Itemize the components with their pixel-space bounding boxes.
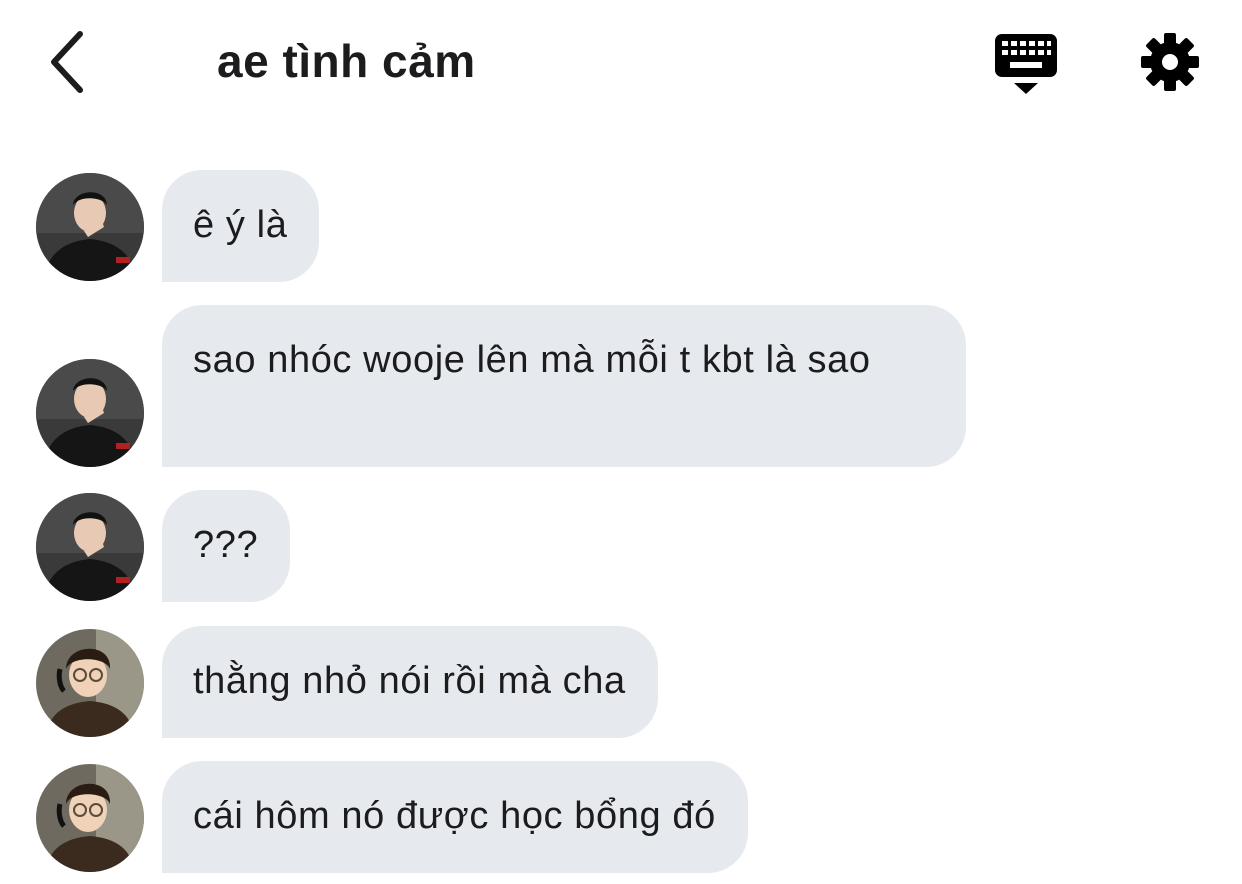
avatar[interactable] <box>36 359 144 467</box>
message-bubble[interactable]: sao nhóc wooje lên mà mỗi t kbt là sao <box>162 305 966 467</box>
message-row: ??? <box>0 490 1242 602</box>
message-row: ê ý là <box>0 170 1242 282</box>
message-row: cái hôm nó được học bổng đó <box>0 761 1242 873</box>
avatar[interactable] <box>36 764 144 872</box>
message-row: thằng nhỏ nói rồi mà cha <box>0 626 1242 738</box>
message-bubble[interactable]: ??? <box>162 490 291 602</box>
avatar[interactable] <box>36 173 144 281</box>
message-bubble[interactable]: thằng nhỏ nói rồi mà cha <box>162 626 658 738</box>
message-list: ê ý là sao nhóc wooje lên mà mỗi t kbt l… <box>0 0 1242 884</box>
message-bubble[interactable]: cái hôm nó được học bổng đó <box>162 761 748 873</box>
avatar[interactable] <box>36 629 144 737</box>
message-row: sao nhóc wooje lên mà mỗi t kbt là sao <box>0 305 1242 467</box>
avatar[interactable] <box>36 493 144 601</box>
message-bubble[interactable]: ê ý là <box>162 170 320 282</box>
